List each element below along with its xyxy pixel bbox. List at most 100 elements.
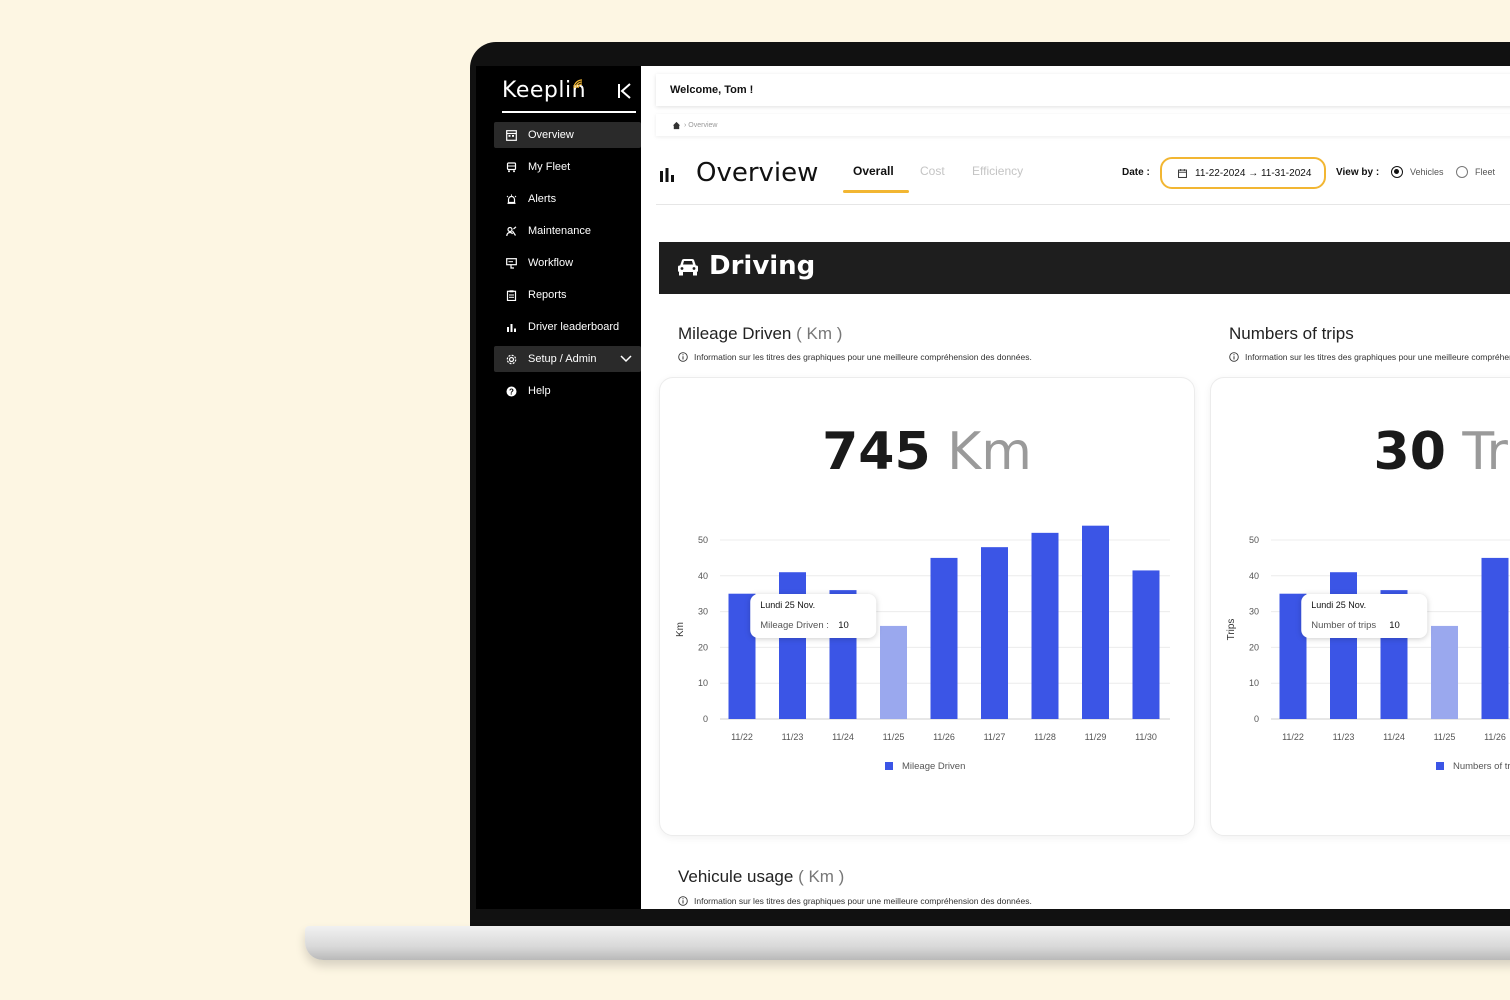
legend-swatch (885, 762, 893, 770)
sidebar-item-help[interactable]: ? Help (494, 378, 641, 404)
clipboard-icon (502, 289, 520, 301)
page-title: Overview (696, 158, 819, 188)
topbar: Welcome, Tom ! (656, 74, 1510, 106)
y-tick-label: 50 (1249, 535, 1259, 545)
bar (930, 557, 958, 719)
page-header: Overview Overall Cost Efficiency Date : … (656, 146, 1510, 205)
bar (880, 625, 907, 719)
sidebar-item-label: Overview (528, 129, 574, 141)
laptop-base (305, 926, 1510, 960)
sidebar-item-label: Alerts (528, 193, 557, 205)
legend-label: Mileage Driven (902, 761, 965, 772)
sidebar-item-label: My Fleet (528, 161, 571, 173)
radio-fleet-label[interactable]: Fleet (1475, 167, 1495, 177)
sidebar-item-workflow[interactable]: Workflow (494, 250, 641, 276)
active-tab-indicator (843, 190, 909, 193)
viewby-label: View by : (1336, 167, 1380, 178)
bar (1082, 525, 1109, 719)
y-tick-label: 0 (703, 714, 708, 724)
y-tick-label: 20 (1249, 642, 1259, 652)
sidebar-item-label: Maintenance (528, 225, 591, 237)
x-tick-label: 11/24 (1383, 732, 1405, 742)
y-tick-label: 40 (698, 571, 708, 581)
x-tick-label: 11/23 (1333, 732, 1355, 742)
sidebar-item-overview[interactable]: Overview (494, 122, 641, 148)
mileage-title-text: Mileage Driven (678, 324, 792, 343)
chevron-down-icon[interactable] (619, 352, 633, 366)
bar (1031, 532, 1059, 719)
car-icon (678, 259, 698, 276)
bar (981, 547, 1008, 719)
radio-vehicles-label[interactable]: Vehicles (1410, 167, 1444, 177)
chart-tooltip: Lundi 25 Nov. Number of trips 10 (1301, 594, 1428, 638)
y-tick-label: 0 (1254, 714, 1259, 724)
breadcrumb-current[interactable]: › Overview (684, 122, 717, 129)
mileage-card: 745 Km 0 10 20 30 40 50 Km 11/22 11/23 11/24 11/25… (659, 377, 1195, 836)
tooltip-title: Lundi 25 Nov. (760, 600, 815, 610)
date-range-picker[interactable]: 11-22-2024 → 11-31-2024 (1160, 157, 1326, 189)
sidebar-item-label: Setup / Admin (528, 353, 597, 365)
mileage-title-unit: ( Km ) (796, 324, 843, 343)
alarm-icon (502, 194, 520, 205)
bar (1481, 557, 1509, 719)
trips-info: Information sur les titres des graphique… (1229, 352, 1510, 362)
radio-vehicles[interactable] (1391, 166, 1403, 178)
x-tick-label: 11/28 (1034, 732, 1056, 742)
collapse-sidebar-icon[interactable] (614, 80, 636, 102)
x-tick-label: 11/25 (883, 732, 905, 742)
tab-overall[interactable]: Overall (853, 164, 894, 178)
info-text: Information sur les titres des graphique… (1245, 352, 1510, 362)
info-icon[interactable] (1229, 352, 1239, 362)
x-tick-label: 11/24 (832, 732, 854, 742)
usage-title-unit: ( Km ) (798, 867, 845, 886)
help-icon: ? (502, 386, 520, 397)
welcome-message: Welcome, Tom ! (670, 84, 754, 96)
section-title: Driving (709, 251, 816, 281)
y-tick-label: 10 (1249, 678, 1259, 688)
home-icon[interactable] (672, 121, 681, 130)
trips-card: 30 Trips 0 10 20 30 40 50 Trips 11/22 11/23 11/24… (1210, 377, 1510, 836)
bar (1132, 570, 1160, 719)
sidebar-item-reports[interactable]: Reports (494, 282, 641, 308)
x-tick-label: 11/25 (1434, 732, 1456, 742)
info-icon[interactable] (678, 352, 688, 362)
calendar-icon (1178, 168, 1187, 178)
sidebar-item-my-fleet[interactable]: My Fleet (494, 154, 641, 180)
sidebar-item-driver-leaderboard[interactable]: Driver leaderboard (494, 314, 641, 340)
y-tick-label: 30 (1249, 607, 1259, 617)
sidebar-item-setup-admin[interactable]: Setup / Admin (494, 346, 641, 372)
sidebar-item-alerts[interactable]: Alerts (494, 186, 641, 212)
sidebar-item-maintenance[interactable]: Maintenance (494, 218, 641, 244)
usage-title-text: Vehicule usage (678, 867, 794, 886)
bar-chart-icon (660, 168, 674, 182)
y-axis-label: Km (675, 622, 686, 637)
tab-cost[interactable]: Cost (920, 164, 945, 178)
usage-info: Information sur les titres des graphique… (678, 896, 1032, 906)
logo-underline (502, 111, 636, 113)
sidebar: Keeplin Overview My Fleet Alerts Mainten… (476, 66, 641, 909)
mileage-card-title: Mileage Driven ( Km ) (678, 324, 842, 344)
y-tick-label: 20 (698, 642, 708, 652)
truck-icon (502, 161, 520, 173)
x-tick-label: 11/23 (782, 732, 804, 742)
tab-efficiency[interactable]: Efficiency (972, 164, 1023, 178)
mileage-chart: 0 10 20 30 40 50 Km 11/22 11/23 11/24 11/25 11/26 11… (675, 525, 1170, 772)
tooltip-separator: : (826, 620, 829, 631)
app-screen: Keeplin Overview My Fleet Alerts Mainten… (476, 66, 1510, 909)
chart-tooltip: Lundi 25 Nov. Mileage Driven:10 (750, 594, 877, 638)
sidebar-item-label: Driver leaderboard (528, 321, 620, 333)
main-content: Welcome, Tom ! › Overview Overview Overa… (641, 66, 1510, 909)
mileage-info: Information sur les titres des graphique… (678, 352, 1032, 362)
trips-chart: 0 10 20 30 40 50 Trips 11/22 11/23 11/24 11/25 11/2… (1226, 535, 1510, 772)
sidebar-item-label: Reports (528, 289, 567, 301)
info-icon[interactable] (678, 896, 688, 906)
section-header-driving: Driving (659, 242, 1510, 294)
wrench-icon (502, 225, 520, 237)
radio-fleet[interactable] (1456, 166, 1468, 178)
breadcrumb: › Overview (656, 114, 1510, 136)
info-text: Information sur les titres des graphique… (694, 352, 1032, 362)
bar-chart-icon (502, 322, 520, 333)
date-label: Date : (1122, 167, 1150, 178)
sidebar-item-label: Workflow (528, 257, 574, 269)
y-axis-label: Trips (1226, 619, 1237, 641)
